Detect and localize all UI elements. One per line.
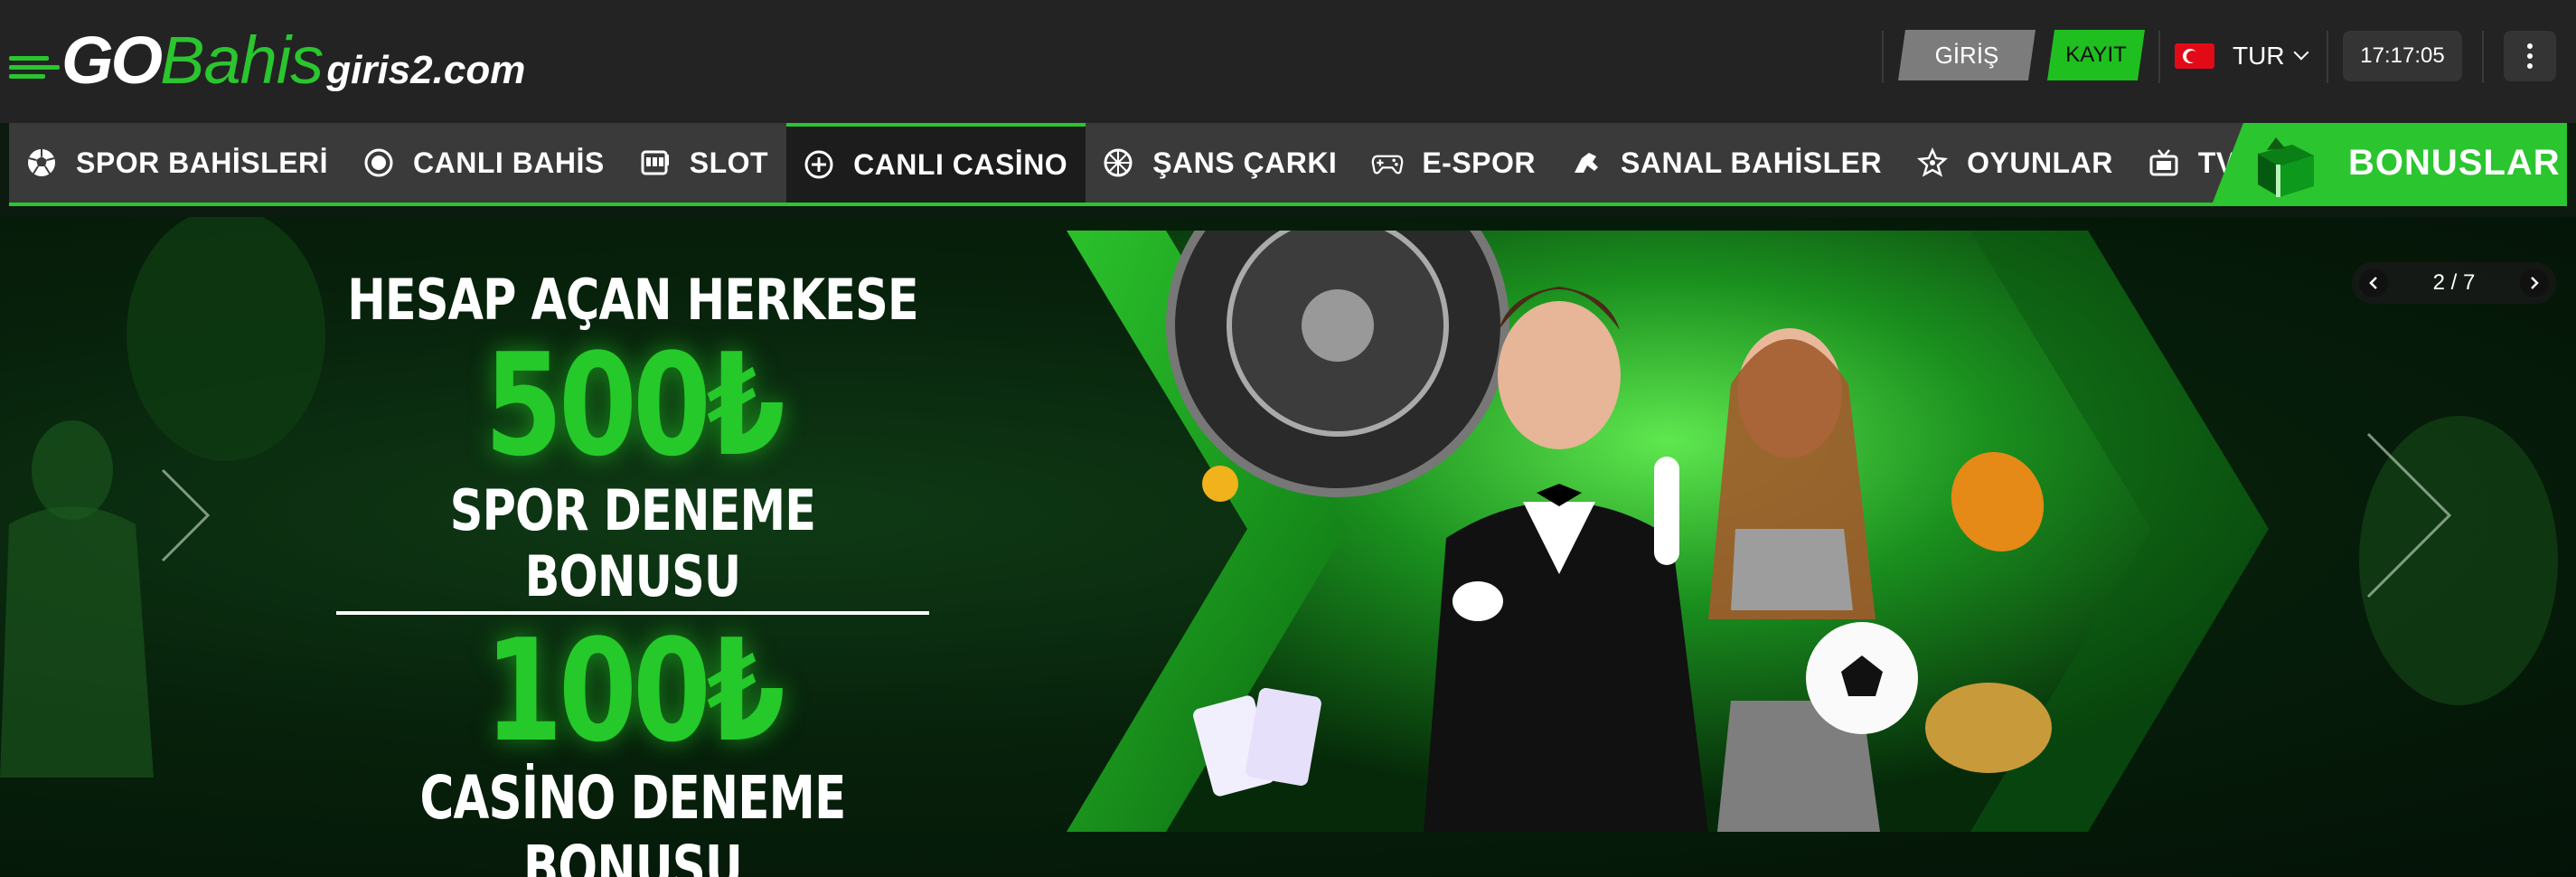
slider-pager: 2 / 7 [2352,262,2556,304]
promo-sport-label: SPOR DENEME BONUSU [336,477,929,615]
nav-item-label: E-SPOR [1422,146,1536,179]
banner-artwork [1067,231,2269,832]
logo-domain-text: giris2.com [326,48,526,92]
clock-display: 17:17:05 [2343,31,2462,81]
bonus-button[interactable]: BONUSLAR [2213,123,2567,203]
header-divider [2158,31,2160,83]
virtual-racing-icon [1570,146,1603,179]
nav-item-label: CANLI CASİNO [853,147,1068,181]
chevron-left-icon [2369,277,2377,289]
main-nav: SPOR BAHİSLERİ CANLI BAHİS SLOT CANLI CA… [9,123,2567,206]
gift-box-icon [2249,128,2319,199]
promo-sport-amount: 500₺ [484,323,785,487]
logo-speed-lines [9,56,63,83]
logo-bahis-text: Bahis [160,23,324,98]
nav-item-canli-casino[interactable]: CANLI CASİNO [786,123,1086,203]
site-header: GO Bahis giris2.com GİRİŞ KAYIT TUR 17:1… [0,0,2576,123]
promo-banner[interactable]: HESAP AÇAN HERKESE 500₺ SPOR DENEME BONU… [0,217,2576,877]
header-divider [2327,31,2328,83]
language-code: TUR [2233,42,2285,70]
turkey-flag-icon [2175,43,2214,69]
casino-chip-icon [803,148,835,181]
logo-go-text: GO [61,23,163,98]
games-icon [1916,146,1949,179]
chevron-right-icon [2531,277,2539,289]
nav-item-spor-bahisleri[interactable]: SPOR BAHİSLERİ [9,123,346,203]
nav-item-slot[interactable]: SLOT [623,123,786,203]
soccer-ball-icon [25,146,58,179]
promo-casino-label: CASİNO DENEME BONUSU [351,763,915,877]
nav-item-sanal-bahisler[interactable]: SANAL BAHİSLER [1554,123,1900,203]
nav-item-label: SLOT [689,146,769,179]
live-dot-icon [362,146,395,179]
chevron-down-icon [2293,44,2309,61]
prev-slide-button[interactable] [2359,269,2388,297]
site-logo[interactable]: GO Bahis giris2.com [9,20,525,101]
wheel-icon [1102,146,1134,179]
nav-item-label: SANAL BAHİSLER [1621,146,1883,179]
banner-right-artwork [2359,416,2558,705]
bonus-label: BONUSLAR [2348,143,2561,183]
nav-item-label: ŞANS ÇARKI [1152,146,1338,179]
header-divider [2482,31,2484,83]
header-divider [1882,31,1884,83]
kebab-menu-button[interactable] [2504,31,2556,81]
slide-counter: 2 / 7 [2432,270,2476,295]
promo-casino-amount: 100₺ [484,608,785,773]
register-button[interactable]: KAYIT [2047,30,2145,80]
slot-machine-icon [639,146,672,179]
nav-item-canli-bahis[interactable]: CANLI BAHİS [346,123,623,203]
next-slide-button[interactable] [2519,269,2549,297]
gamepad-icon [1371,146,1404,179]
nav-item-e-spor[interactable]: E-SPOR [1355,123,1554,203]
tv-icon [2148,146,2180,179]
login-button[interactable]: GİRİŞ [1898,30,2035,80]
promo-text: HESAP AÇAN HERKESE 500₺ SPOR DENEME BONU… [271,267,994,877]
nav-item-label: OYUNLAR [1967,146,2113,179]
nav-item-label: CANLI BAHİS [413,146,605,179]
nav-item-label: SPOR BAHİSLERİ [76,146,329,179]
kebab-menu-icon [2527,43,2533,49]
nav-item-sans-carki[interactable]: ŞANS ÇARKI [1086,123,1355,203]
nav-item-oyunlar[interactable]: OYUNLAR [1900,123,2131,203]
language-selector[interactable]: TUR [2175,34,2309,78]
